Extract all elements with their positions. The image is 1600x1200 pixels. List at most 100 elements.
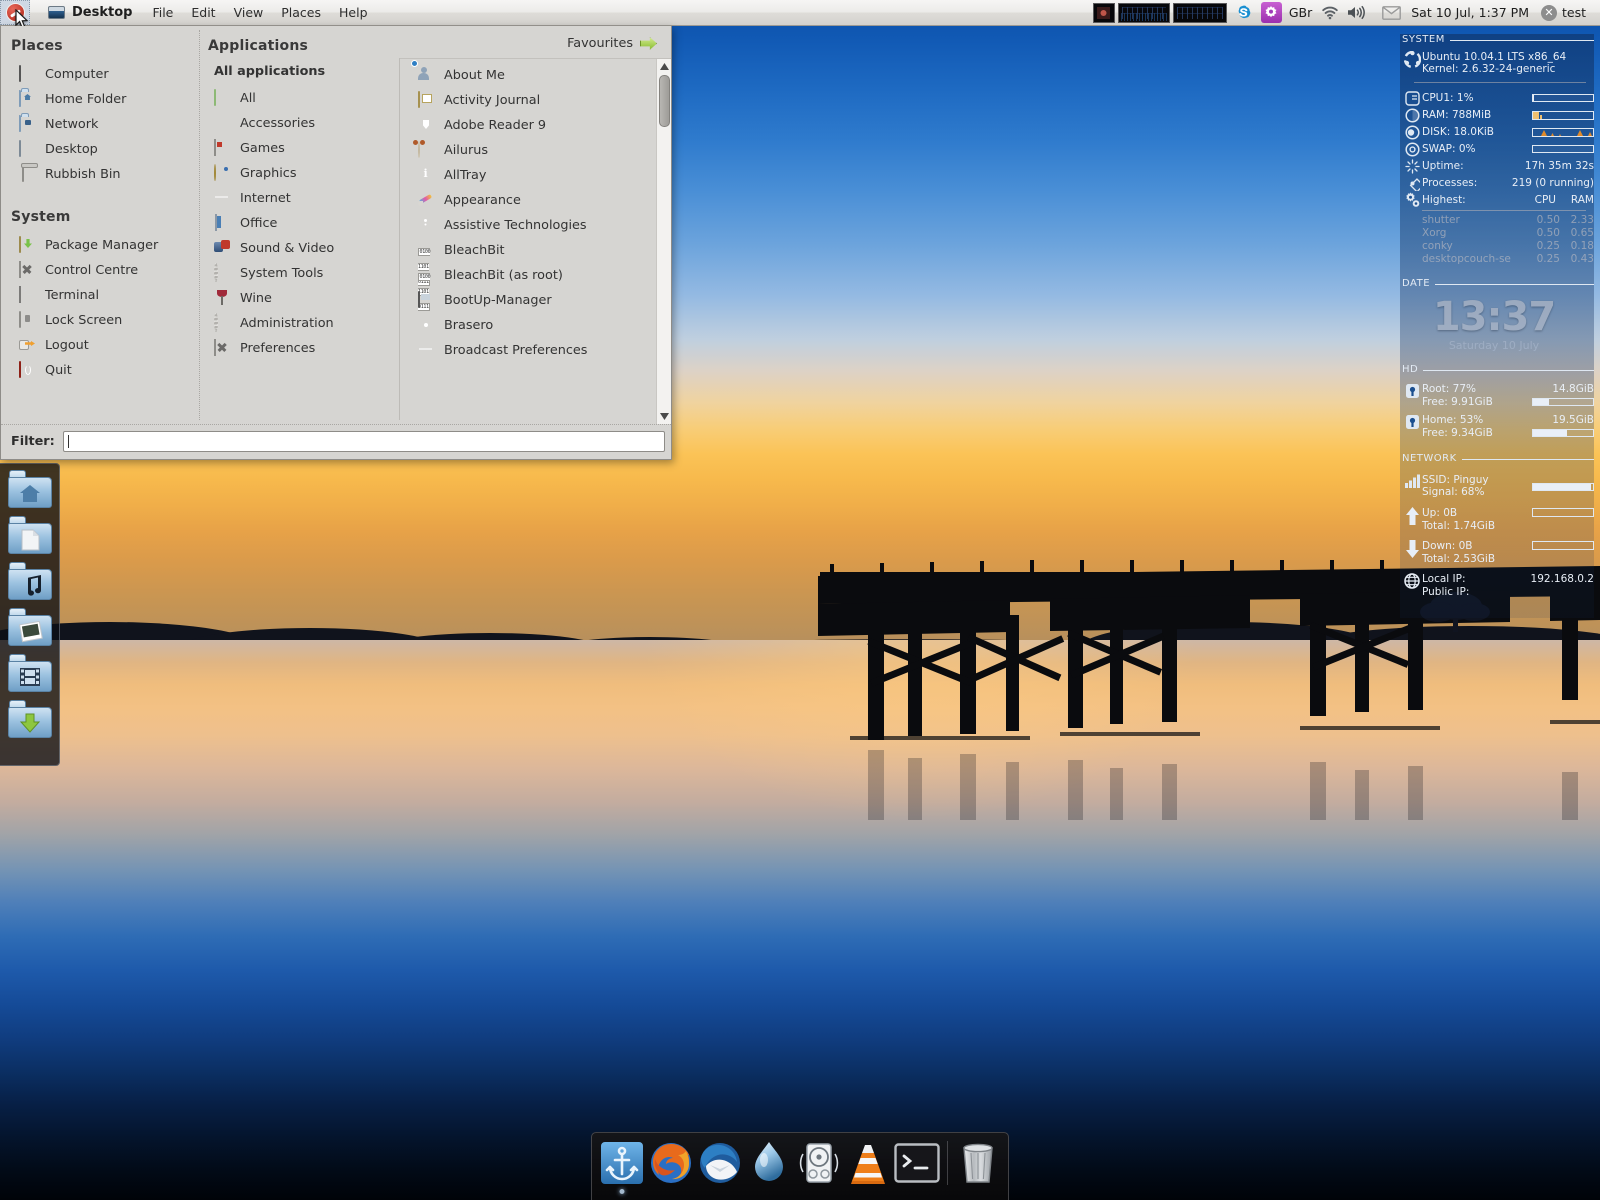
wifi-icon[interactable] (1321, 5, 1339, 20)
app-item-label: Broadcast Preferences (444, 343, 587, 358)
app-item-broadcast-preferences[interactable]: Broadcast Preferences (400, 338, 656, 363)
app-item-bleachbit[interactable]: 010011010111 BleachBit (400, 238, 656, 263)
category-all[interactable]: All (200, 86, 400, 111)
menu-places[interactable]: Places (281, 5, 321, 20)
conky-upload-row: Up: 0B Total: 1.74GiB (1402, 507, 1594, 532)
disk-icon (1402, 125, 1422, 140)
applications-scroll-area: About Me Activity Journal Adobe Reader 9 (400, 58, 671, 424)
app-item-alltray[interactable]: AllTray (400, 163, 656, 188)
places-column: Places Computer Home Folder Network Desk… (1, 26, 200, 424)
local-ip-value: 192.168.0.2 (1531, 573, 1594, 586)
dock-item-droplet-app[interactable] (746, 1138, 792, 1188)
places-item-home-folder[interactable]: Home Folder (1, 87, 200, 112)
system-item-quit[interactable]: Quit (1, 358, 200, 383)
dock-folder-documents[interactable] (8, 516, 52, 554)
conky-distro-name: Ubuntu 10.04.1 LTS x86_64 (1422, 51, 1566, 64)
cpu-graph-applet[interactable] (1118, 3, 1170, 23)
system-item-control-centre[interactable]: Control Centre (1, 258, 200, 283)
scrollbar-thumb[interactable] (659, 75, 670, 127)
places-item-computer[interactable]: Computer (1, 62, 200, 87)
category-internet[interactable]: Internet (200, 186, 400, 211)
user-name[interactable]: test (1562, 5, 1594, 20)
upload-icon (1402, 507, 1422, 525)
system-item-terminal[interactable]: Terminal (1, 283, 200, 308)
category-office[interactable]: Office (200, 211, 400, 236)
menu-edit[interactable]: Edit (191, 5, 215, 20)
menu-help[interactable]: Help (339, 5, 368, 20)
category-administration[interactable]: Administration (200, 311, 400, 336)
network-signal: Signal: 68% (1422, 486, 1526, 499)
hd-home-usage: Home: 53% (1422, 414, 1532, 427)
preferences-icon (214, 340, 231, 357)
system-item-logout[interactable]: Logout (1, 333, 200, 358)
app-item-bootup-manager[interactable]: BootUp-Manager (400, 288, 656, 313)
conky-distro-text: Ubuntu 10.04.1 LTS x86_64 Kernel: 2.6.32… (1422, 51, 1566, 76)
net-graph-applet[interactable] (1173, 3, 1227, 23)
update-manager-icon[interactable] (1261, 2, 1282, 23)
dock-folder-videos[interactable] (8, 654, 52, 692)
applications-heading: Applications (200, 34, 400, 62)
places-item-desktop[interactable]: Desktop (1, 137, 200, 162)
places-item-network[interactable]: Network (1, 112, 200, 137)
main-menu-button[interactable] (0, 0, 30, 25)
dock-item-firefox[interactable] (648, 1138, 694, 1188)
dock-folder-music[interactable] (8, 562, 52, 600)
system-item-lock-screen[interactable]: Lock Screen (1, 308, 200, 333)
scroll-down-icon[interactable] (658, 410, 671, 423)
filter-input[interactable] (63, 431, 665, 452)
places-item-label: Rubbish Bin (45, 167, 121, 182)
app-item-adobe-reader-9[interactable]: Adobe Reader 9 (400, 113, 656, 138)
category-label: System Tools (240, 266, 323, 281)
category-system-tools[interactable]: System Tools (200, 261, 400, 286)
app-item-bleachbit-as-root[interactable]: 010011010111 BleachBit (as root) (400, 263, 656, 288)
running-indicator (620, 1189, 625, 1194)
category-accessories[interactable]: Accessories (200, 111, 400, 136)
upload-graph (1532, 508, 1594, 517)
app-item-brasero[interactable]: Brasero (400, 313, 656, 338)
system-monitor-applet[interactable] (1093, 3, 1115, 23)
ram-graph (1532, 111, 1594, 120)
dock-item-rhythmbox[interactable] (796, 1138, 842, 1188)
dock-item-terminal[interactable] (894, 1138, 940, 1188)
app-item-activity-journal[interactable]: Activity Journal (400, 88, 656, 113)
highest-label: Highest: (1422, 194, 1518, 207)
skype-icon[interactable] (1234, 3, 1253, 22)
dock-folder-pictures[interactable] (8, 608, 52, 646)
category-wine[interactable]: Wine (200, 286, 400, 311)
dock-folder-home[interactable] (8, 470, 52, 508)
dock-item-rubbish-bin[interactable] (955, 1138, 1001, 1188)
clock[interactable]: Sat 10 Jul, 1:37 PM (1411, 5, 1529, 20)
system-item-package-manager[interactable]: Package Manager (1, 233, 200, 258)
scrollbar-track[interactable] (658, 73, 671, 410)
system-item-label: Quit (45, 363, 72, 378)
highest-cpu-column: CPU (1518, 194, 1556, 207)
hd-home-bar (1532, 429, 1594, 437)
category-preferences[interactable]: Preferences (200, 336, 400, 361)
app-item-about-me[interactable]: About Me (400, 63, 656, 88)
category-games[interactable]: Games (200, 136, 400, 161)
app-item-ailurus[interactable]: Ailurus (400, 138, 656, 163)
applications-scrollbar[interactable] (656, 59, 671, 424)
user-status-badge[interactable]: ✕ (1541, 5, 1557, 21)
category-label: Accessories (240, 116, 315, 131)
activity-journal-icon (418, 92, 435, 109)
category-sound-video[interactable]: Sound & Video (200, 236, 400, 261)
app-item-appearance[interactable]: Appearance (400, 188, 656, 213)
keyboard-layout-indicator[interactable]: GBr (1289, 5, 1312, 20)
menu-file[interactable]: File (152, 5, 173, 20)
menu-view[interactable]: View (234, 5, 264, 20)
category-graphics[interactable]: Graphics (200, 161, 400, 186)
system-item-label: Logout (45, 338, 89, 353)
dock-item-docky-anchor[interactable] (599, 1138, 645, 1188)
network-up: Up: 0B (1422, 507, 1526, 520)
desktop-screen: Desktop File Edit View Places Help (0, 0, 1600, 1200)
scroll-up-icon[interactable] (658, 60, 671, 73)
app-item-assistive-technologies[interactable]: Assistive Technologies (400, 213, 656, 238)
dock-item-thunderbird[interactable] (697, 1138, 743, 1188)
favourites-button[interactable]: Favourites (400, 34, 671, 58)
mail-icon[interactable] (1382, 6, 1401, 20)
volume-icon[interactable] (1347, 5, 1366, 20)
dock-item-vlc[interactable] (845, 1138, 891, 1188)
dock-folder-downloads[interactable] (8, 700, 52, 738)
places-item-rubbish-bin[interactable]: Rubbish Bin (1, 162, 200, 187)
